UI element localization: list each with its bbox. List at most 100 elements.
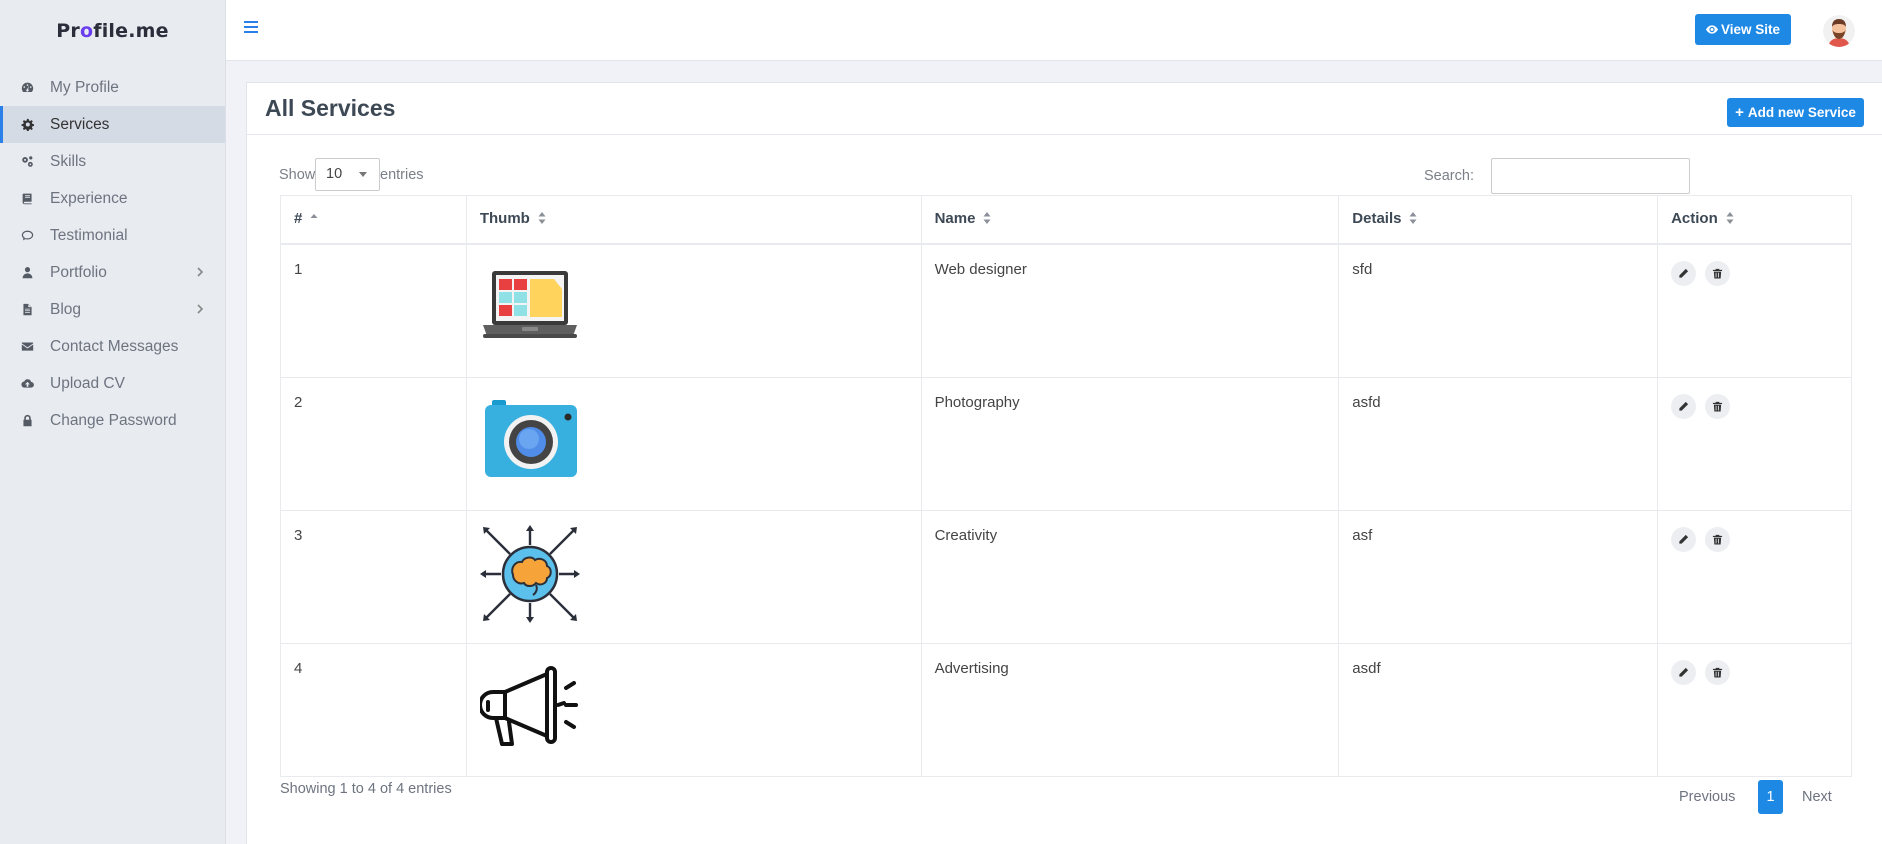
page-1-button[interactable]: 1 — [1758, 780, 1783, 814]
column-header-label: Details — [1352, 210, 1402, 228]
trash-icon — [1712, 534, 1723, 545]
table-info: Showing 1 to 4 of 4 entries — [280, 781, 452, 797]
trash-icon — [1712, 667, 1723, 678]
services-card: All Services + Add new Service Show 10 e… — [246, 82, 1882, 844]
sidebar-item-experience[interactable]: Experience — [0, 180, 225, 217]
sort-icon — [983, 211, 991, 228]
row-number: 1 — [280, 243, 467, 378]
row-name: Photography — [920, 376, 1340, 511]
row-name: Advertising — [920, 642, 1340, 777]
sidebar-item-change-password[interactable]: Change Password — [0, 402, 225, 439]
pagination: Previous 1 Next — [1677, 780, 1857, 815]
hamburger-menu-icon[interactable] — [244, 21, 258, 33]
sidebar-item-services[interactable]: Services — [0, 106, 225, 143]
brand-text-3: file.me — [93, 20, 169, 42]
sidebar-item-blog[interactable]: Blog — [0, 291, 225, 328]
file-text-icon — [20, 303, 34, 317]
topbar: View Site — [226, 0, 1882, 61]
show-label: Show — [279, 167, 316, 183]
column-header-details[interactable]: Details — [1338, 195, 1659, 245]
next-page-button[interactable]: Next — [1802, 789, 1832, 805]
table-row: 3 Creativity asf — [280, 509, 1852, 644]
brand-text-1: Pr — [56, 20, 80, 42]
previous-page-button[interactable]: Previous — [1679, 789, 1735, 805]
pencil-icon — [1679, 534, 1689, 544]
search-label: Search: — [1424, 168, 1474, 184]
edit-button[interactable] — [1671, 393, 1697, 419]
sidebar-nav: My Profile Services Skills Experience Te… — [0, 69, 225, 439]
sidebar-item-skills[interactable]: Skills — [0, 143, 225, 180]
column-header-label: Action — [1671, 210, 1718, 228]
camera-icon — [484, 399, 577, 477]
row-name: Creativity — [920, 509, 1340, 644]
table-header-row: # Thumb Name Details Action — [280, 195, 1852, 245]
caret-down-icon — [359, 172, 367, 177]
row-thumb — [465, 376, 922, 511]
table-row: 1 Web designer sfd — [280, 243, 1852, 378]
row-details: asfd — [1338, 376, 1659, 511]
column-header-number[interactable]: # — [280, 195, 467, 245]
sidebar-item-label: Skills — [50, 152, 87, 170]
trash-icon — [1712, 268, 1723, 279]
view-site-button[interactable]: View Site — [1695, 14, 1791, 45]
sidebar-item-label: Blog — [50, 300, 82, 318]
lock-icon — [20, 414, 34, 428]
user-icon — [20, 266, 34, 280]
delete-button[interactable] — [1705, 526, 1731, 552]
delete-button[interactable] — [1705, 659, 1731, 685]
row-thumb — [465, 243, 922, 378]
sidebar-item-label: Portfolio — [50, 263, 107, 281]
sidebar-item-testimonial[interactable]: Testimonial — [0, 217, 225, 254]
brain-icon — [479, 524, 580, 623]
pencil-icon — [1679, 667, 1689, 677]
sidebar-item-label: My Profile — [50, 78, 119, 96]
avatar[interactable] — [1823, 15, 1855, 47]
sort-icon — [1726, 211, 1734, 228]
pencil-icon — [1679, 268, 1689, 278]
row-number: 3 — [280, 509, 467, 644]
row-details: asdf — [1338, 642, 1659, 777]
column-header-name[interactable]: Name — [920, 195, 1340, 245]
edit-button[interactable] — [1671, 526, 1697, 552]
sidebar: Pr o file.me My Profile Services Skills Ex… — [0, 0, 226, 844]
entries-label: entries — [380, 167, 424, 183]
row-actions — [1657, 243, 1852, 378]
table-controls: Show 10 entries Search: — [279, 158, 1851, 194]
sidebar-item-label: Services — [50, 115, 110, 133]
edit-button[interactable] — [1671, 260, 1697, 286]
entries-per-page-value: 10 — [326, 166, 343, 182]
view-site-label: View Site — [1720, 22, 1781, 37]
delete-button[interactable] — [1705, 260, 1731, 286]
plus-icon: + — [1735, 104, 1744, 121]
column-header-label: Thumb — [479, 210, 530, 228]
column-header-thumb[interactable]: Thumb — [465, 195, 922, 245]
delete-button[interactable] — [1705, 393, 1731, 419]
column-header-action[interactable]: Action — [1657, 195, 1852, 245]
cloud-upload-icon — [20, 377, 34, 391]
sidebar-item-label: Experience — [50, 189, 128, 207]
edit-button[interactable] — [1671, 659, 1697, 685]
chevron-right-icon — [195, 265, 207, 279]
sidebar-item-upload-cv[interactable]: Upload CV — [0, 365, 225, 402]
column-header-label: # — [294, 210, 303, 228]
sidebar-item-contact-messages[interactable]: Contact Messages — [0, 328, 225, 365]
row-actions — [1657, 376, 1852, 511]
table-row: 4 Advertising asdf — [280, 642, 1852, 777]
sidebar-item-my-profile[interactable]: My Profile — [0, 69, 225, 106]
row-actions — [1657, 642, 1852, 777]
table-row: 2 Photography asfd — [280, 376, 1852, 511]
row-number: 4 — [280, 642, 467, 777]
brand-logo[interactable]: Pr o file.me — [0, 0, 225, 62]
entries-per-page-select[interactable]: 10 — [315, 158, 380, 191]
trash-icon — [1712, 401, 1723, 412]
sidebar-item-portfolio[interactable]: Portfolio — [0, 254, 225, 291]
sort-icon — [1409, 211, 1417, 228]
sidebar-item-label: Upload CV — [50, 374, 125, 392]
megaphone-icon — [477, 665, 578, 746]
column-header-label: Name — [934, 210, 976, 228]
row-details: asf — [1338, 509, 1659, 644]
search-input[interactable] — [1491, 158, 1690, 194]
sidebar-item-label: Contact Messages — [50, 337, 179, 355]
add-new-service-button[interactable]: + Add new Service — [1727, 98, 1864, 127]
laptop-icon — [482, 270, 577, 338]
